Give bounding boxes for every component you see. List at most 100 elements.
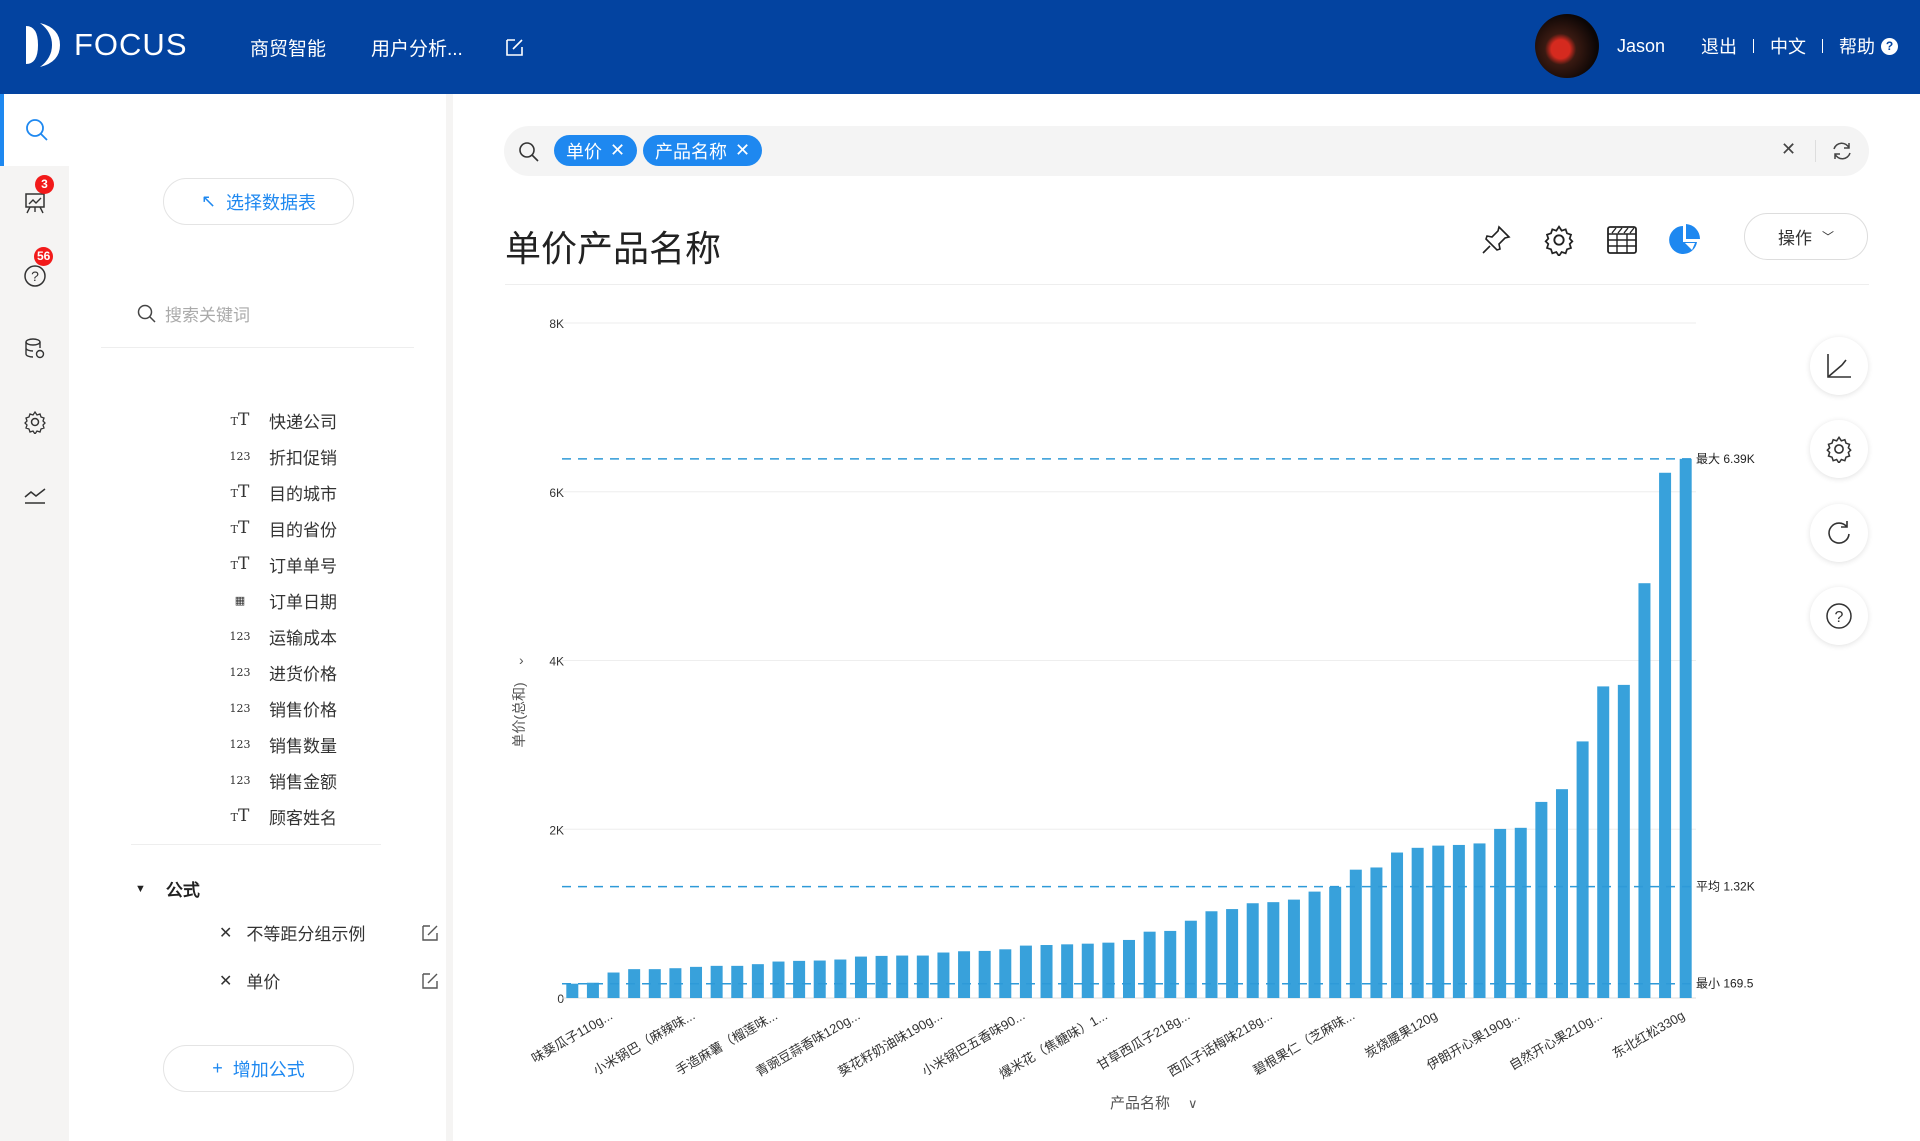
help-link[interactable]: 帮助: [1839, 33, 1875, 59]
edit-icon[interactable]: [421, 924, 439, 942]
bar: [1226, 909, 1239, 998]
field-label: 快递公司: [269, 412, 337, 432]
bar: [834, 959, 847, 998]
trend-icon: [24, 488, 45, 504]
divider: [1822, 39, 1823, 53]
field-item[interactable]: 123 销售数量: [229, 729, 338, 759]
focus-logo[interactable]: FOCUS: [24, 22, 188, 68]
divider: [505, 284, 1869, 285]
table-view-button[interactable]: [1604, 222, 1640, 258]
user-name[interactable]: Jason: [1617, 36, 1665, 57]
rail-questions[interactable]: ? 56: [0, 240, 69, 312]
formula-section-header[interactable]: ▼ 公式: [135, 876, 200, 901]
x-tick-label: 西瓜子话梅味218g...: [1165, 1008, 1274, 1080]
field-item[interactable]: TT 快递公司: [229, 405, 337, 435]
field-item[interactable]: 123 销售价格: [229, 693, 338, 723]
search-tag[interactable]: 产品名称 ✕: [643, 135, 763, 166]
y-tick-label: 6K: [549, 486, 564, 500]
field-item[interactable]: ▦ 订单日期: [229, 585, 337, 615]
x-tick-label: 小米锅巴（麻辣味...: [591, 1008, 698, 1078]
field-label: 销售金额: [269, 772, 337, 792]
bar: [999, 949, 1012, 998]
settings-button[interactable]: [1541, 222, 1577, 258]
field-item[interactable]: TT 订单单号: [229, 549, 337, 579]
field-item[interactable]: 123 进货价格: [229, 657, 338, 687]
close-icon[interactable]: ✕: [735, 140, 750, 161]
formula-item[interactable]: ✕ 不等距分组示例: [219, 920, 439, 945]
number-type-icon: 123: [229, 773, 251, 787]
language-link[interactable]: 中文: [1770, 33, 1806, 59]
bar: [1370, 867, 1383, 998]
select-table-button[interactable]: ↖ 选择数据表: [163, 178, 354, 225]
refresh-chart-button[interactable]: [1810, 504, 1868, 562]
field-item[interactable]: 123 折扣促销: [229, 441, 338, 471]
chart-view-button[interactable]: [1667, 222, 1703, 258]
field-item[interactable]: 123 销售金额: [229, 765, 338, 795]
formula-item[interactable]: ✕ 单价: [219, 968, 439, 993]
operations-label: 操作: [1777, 229, 1812, 248]
bar: [628, 969, 641, 998]
bar: [1659, 472, 1672, 998]
rail-datasource[interactable]: [0, 313, 69, 385]
text-type-icon: TT: [230, 806, 250, 826]
bar: [916, 955, 929, 998]
chevron-down-icon: ∨: [1188, 1096, 1198, 1111]
bar: [1205, 911, 1218, 998]
close-icon[interactable]: ✕: [610, 140, 625, 161]
pin-button[interactable]: [1478, 222, 1514, 258]
bar: [1308, 891, 1321, 998]
number-type-icon: 123: [229, 665, 251, 679]
refresh-icon[interactable]: [1831, 140, 1853, 162]
search-icon: [519, 142, 539, 162]
search-icon: [137, 304, 156, 323]
clear-icon[interactable]: ✕: [1781, 139, 1796, 160]
keyword-search[interactable]: 搜索关键词: [137, 301, 250, 326]
chart-settings-button[interactable]: [1810, 420, 1868, 478]
x-tick-label: 炭烧腰果120g: [1362, 1008, 1440, 1061]
divider: [131, 844, 381, 845]
bar: [1267, 902, 1280, 998]
formula-label: 不等距分组示例: [246, 925, 366, 944]
nav-item-trade[interactable]: 商贸智能: [250, 34, 326, 61]
help-button[interactable]: ?: [1810, 587, 1868, 645]
bar: [958, 951, 971, 998]
avatar[interactable]: [1534, 14, 1599, 78]
search-bar[interactable]: 单价 ✕ 产品名称 ✕ ✕: [504, 126, 1869, 176]
field-item[interactable]: 123 运输成本: [229, 621, 338, 651]
logo-text: FOCUS: [74, 27, 188, 62]
search-placeholder: 搜索关键词: [165, 306, 250, 325]
bar: [1597, 686, 1610, 998]
remove-icon[interactable]: ✕: [219, 923, 232, 943]
rail-presentation[interactable]: 3: [0, 167, 69, 239]
bar: [566, 983, 579, 998]
help-icon[interactable]: ?: [1881, 37, 1898, 55]
bar: [586, 982, 599, 998]
gear-icon: [1826, 435, 1852, 463]
add-formula-button[interactable]: + 增加公式: [163, 1045, 354, 1092]
y-tick-label: 8K: [549, 317, 564, 331]
field-item[interactable]: TT 目的城市: [229, 477, 337, 507]
rail-settings[interactable]: [0, 386, 69, 458]
reference-line-label: 平均 1.32K: [1696, 880, 1755, 894]
field-item[interactable]: TT 目的省份: [229, 513, 337, 543]
logout-link[interactable]: 退出: [1701, 33, 1737, 59]
edit-icon[interactable]: [421, 972, 439, 990]
field-item[interactable]: TT 顾客姓名: [229, 801, 337, 831]
search-tag[interactable]: 单价 ✕: [554, 135, 638, 166]
axis-button[interactable]: [1810, 337, 1868, 395]
field-label: 折扣促销: [269, 448, 337, 468]
remove-icon[interactable]: ✕: [219, 971, 232, 991]
select-table-label: 选择数据表: [226, 192, 317, 213]
bar: [1535, 801, 1548, 998]
svg-text:?: ?: [1835, 609, 1844, 626]
nav-item-user-analysis[interactable]: 用户分析...: [371, 34, 463, 61]
bar: [896, 955, 909, 998]
x-tick-label: 伊朗开心果190g...: [1424, 1008, 1522, 1073]
bar: [772, 961, 785, 998]
operations-dropdown[interactable]: 操作 ﹀: [1744, 213, 1868, 260]
divider: [1815, 140, 1816, 162]
bar: [1494, 828, 1507, 998]
edit-icon[interactable]: [505, 37, 525, 62]
rail-search[interactable]: [0, 94, 69, 166]
rail-monitor[interactable]: [0, 459, 69, 531]
